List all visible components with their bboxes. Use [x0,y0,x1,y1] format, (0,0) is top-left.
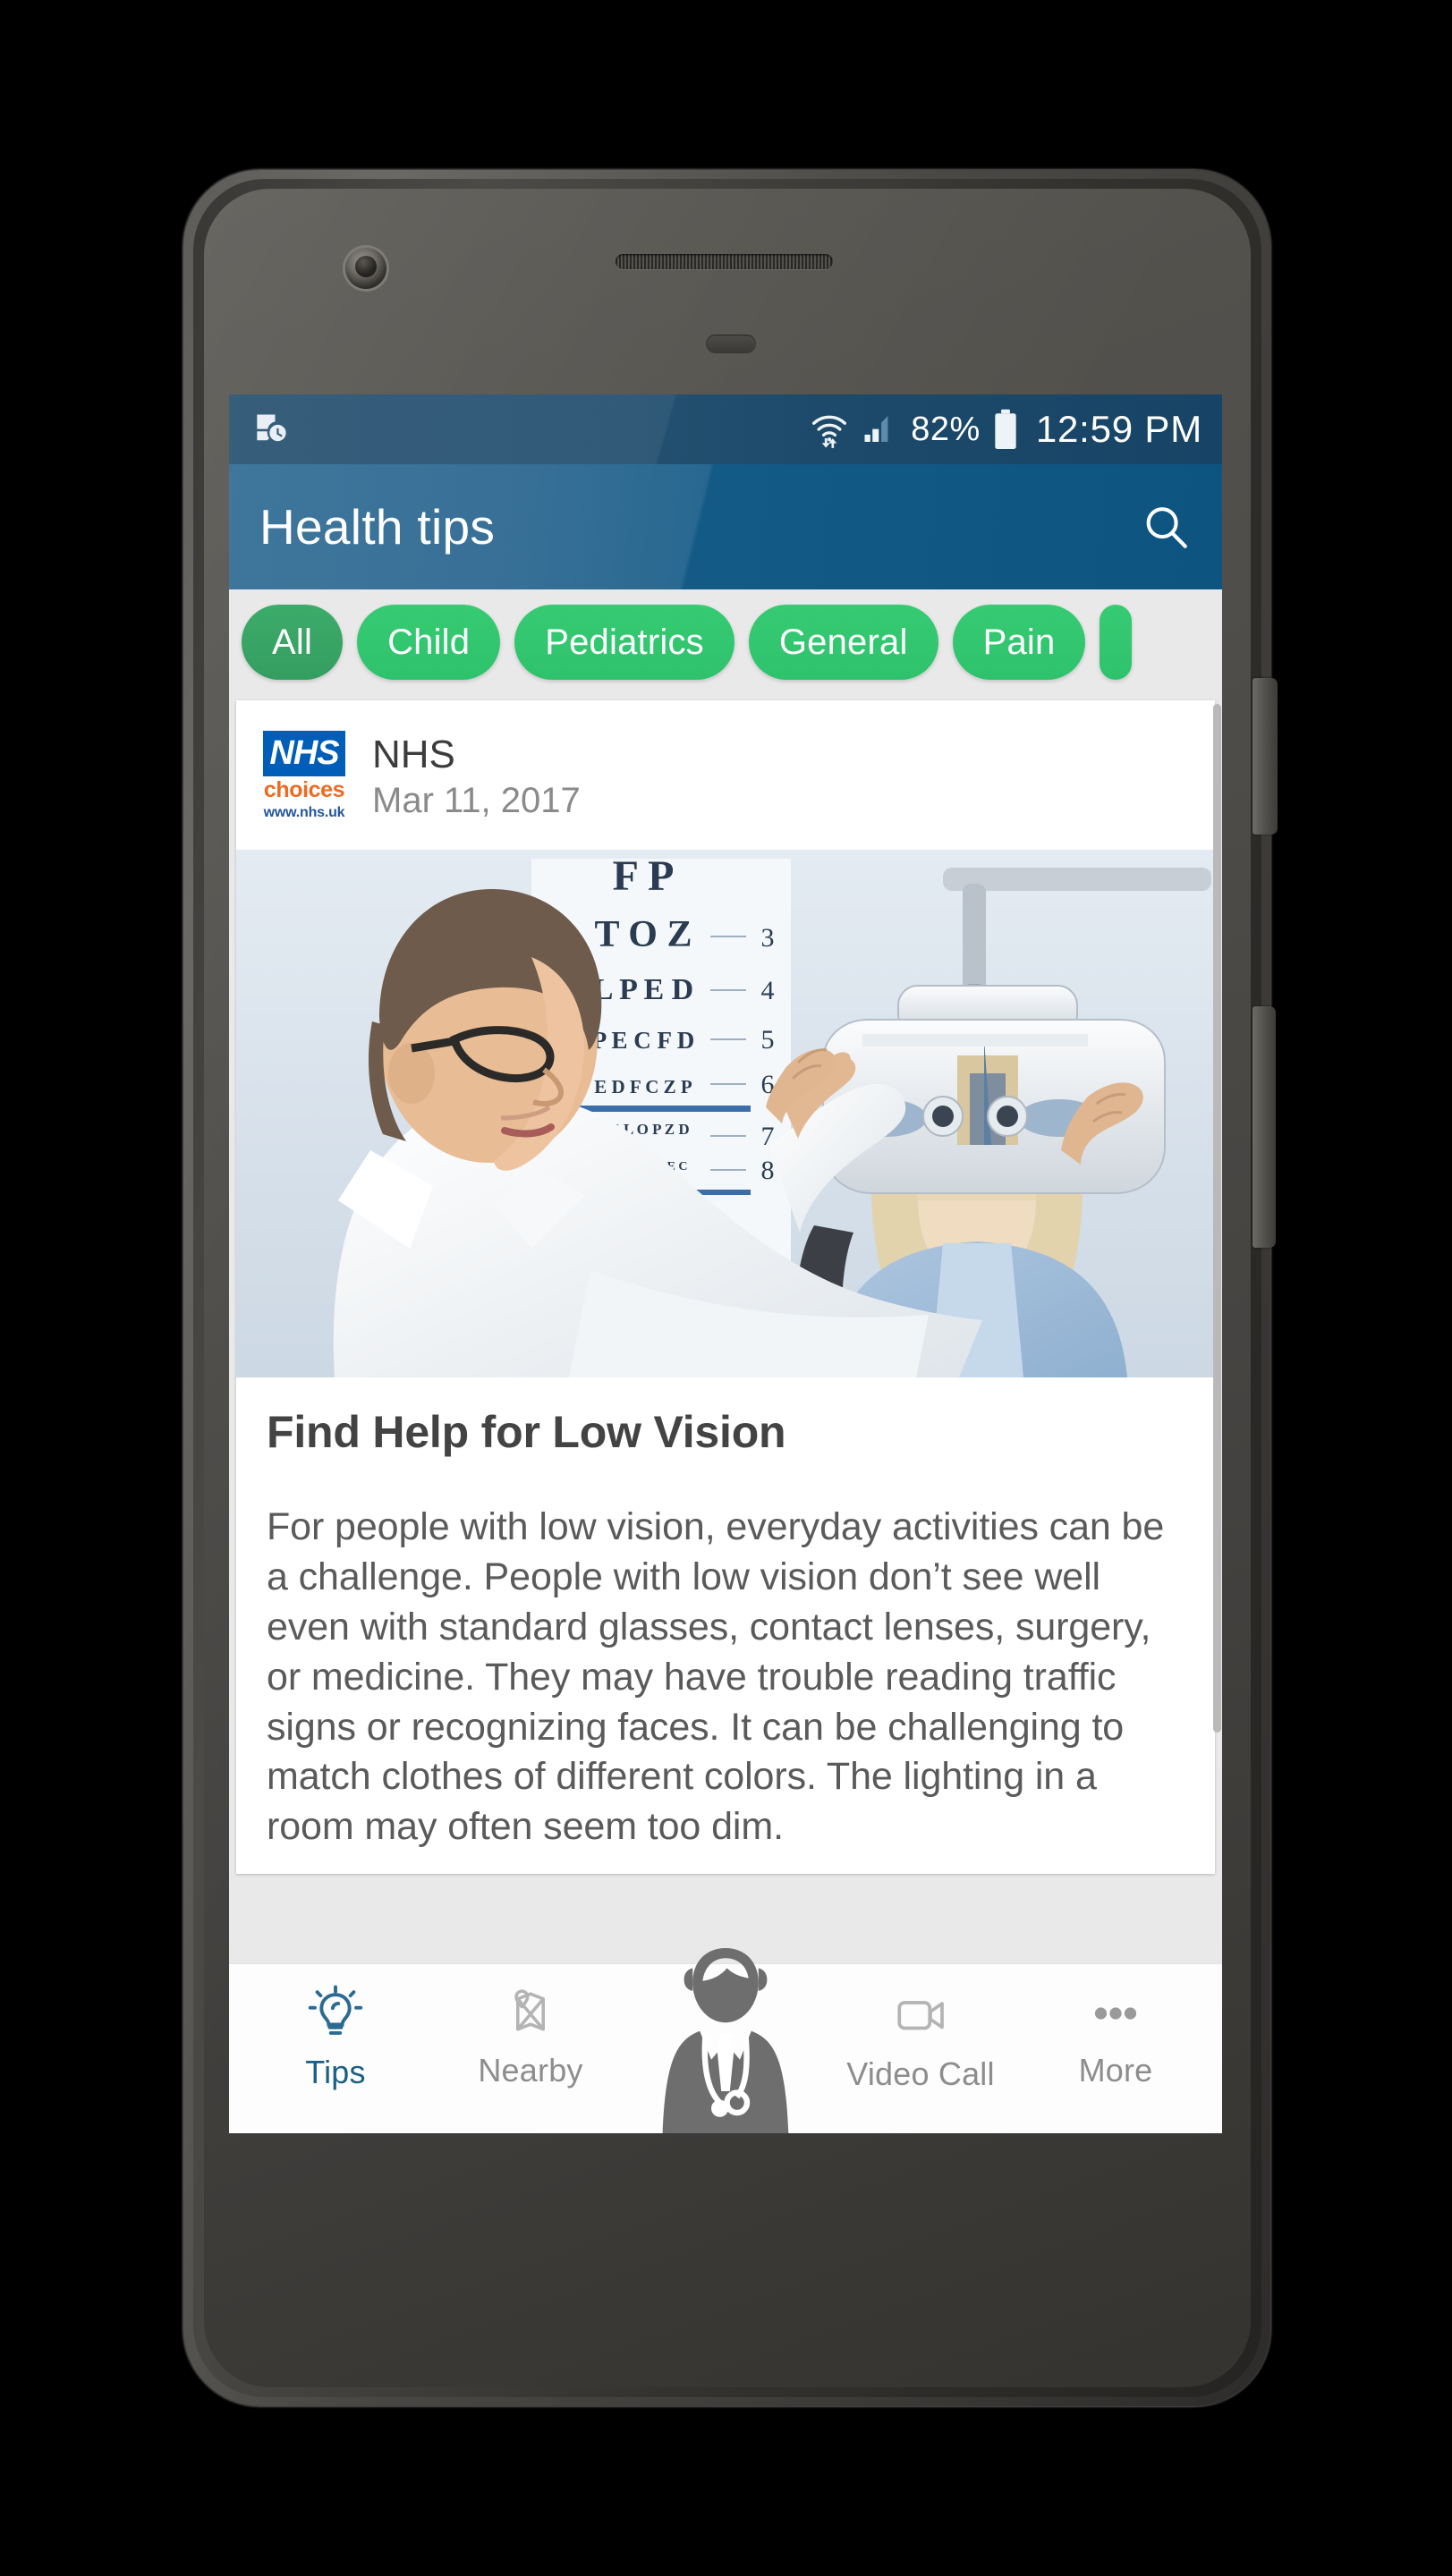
cellular-signal-icon [862,411,899,448]
nhs-logo-url: www.nhs.uk [263,805,345,820]
article-photo[interactable]: F P T O Z L P E D P E C F D E D F C Z P … [236,850,1215,1377]
nhs-logo: NHS choices www.nhs.uk [263,731,345,823]
article-card-body: Find Help for Low Vision For people with… [236,1377,1215,1874]
nav-item-more[interactable]: More [1018,1964,1213,2089]
clock-label: 12:59 PM [1035,408,1202,450]
status-bar: 82% 12:59 PM [229,394,1222,464]
feed-scrollbar[interactable] [1213,704,1221,1733]
app-bar-actions [1140,501,1192,553]
nav-label: Tips [305,2054,366,2090]
app-bar: Health tips [229,464,1222,589]
wifi-transfer-icon [809,409,850,450]
video-camera-icon [889,1984,952,2046]
svg-text:4: 4 [761,976,775,1005]
chip-label: General [778,622,908,662]
page-title: Health tips [259,499,496,555]
chip-label: Pediatrics [545,622,704,662]
nhs-logo-sub: choices [263,777,345,802]
chip-child[interactable]: Child [357,605,501,680]
phone-screen: 82% 12:59 PM Health tips All Child Pedia… [229,394,1222,2133]
device-clock-icon [250,410,290,449]
article-body-text: For people with low vision, everyday act… [267,1505,1165,1849]
status-bar-left [250,410,290,449]
nav-label: Nearby [478,2052,583,2089]
chip-label: All [272,622,313,662]
front-camera-icon [345,248,386,289]
article-source-block: NHS Mar 11, 2017 [372,733,581,821]
article-source-name: NHS [372,733,455,776]
volume-button[interactable] [1252,1006,1276,1248]
svg-text:F P: F P [613,852,675,900]
nhs-logo-mark: NHS [263,731,345,776]
svg-text:E D F C Z P: E D F C Z P [594,1076,692,1097]
chip-pain[interactable]: Pain [952,605,1086,680]
chip-pediatrics[interactable]: Pediatrics [514,605,734,680]
chip-label: Pain [982,622,1056,662]
chip-overflow[interactable] [1100,605,1133,680]
lightbulb-icon [305,1984,366,2045]
search-icon[interactable] [1140,501,1192,553]
proximity-sensor [706,335,756,353]
nav-label: More [1078,2052,1153,2089]
svg-text:P E C F D: P E C F D [592,1027,695,1054]
status-bar-right: 82% 12:59 PM [809,408,1202,451]
article-card-header: NHS choices www.nhs.uk NHS Mar 11, 2017 [236,700,1215,850]
svg-text:T O Z: T O Z [595,914,692,955]
more-dots-icon [1086,1984,1145,2043]
svg-text:5: 5 [761,1025,775,1055]
bottom-navigation-bar[interactable]: Tips Nearby Video Call More [229,1948,1222,2133]
svg-text:L P E D: L P E D [593,973,693,1006]
svg-text:8: 8 [761,1156,775,1185]
nav-label: Video Call [846,2055,995,2092]
earpiece-speaker [616,254,833,269]
category-chip-list: All Child Pediatrics General Pain [229,589,1222,695]
category-filter-bar[interactable]: All Child Pediatrics General Pain [229,589,1222,695]
power-button[interactable] [1252,678,1278,835]
battery-percent-label: 82% [911,410,981,448]
screenshot-stage: 82% 12:59 PM Health tips All Child Pedia… [0,0,1452,2576]
nav-item-video-call[interactable]: Video Call [823,1964,1018,2093]
nav-item-tips[interactable]: Tips [238,1964,433,2091]
nav-item-nearby[interactable]: Nearby [433,1964,628,2089]
article-card[interactable]: NHS choices www.nhs.uk NHS Mar 11, 2017 [236,700,1215,1875]
chip-label: Child [387,622,471,662]
chip-general[interactable]: General [748,605,938,680]
article-photo-illustration: F P T O Z L P E D P E C F D E D F C Z P … [236,850,1215,1377]
nav-item-doctor[interactable] [628,1948,823,2133]
svg-text:3: 3 [761,923,775,953]
chip-all[interactable]: All [242,605,344,680]
article-date: Mar 11, 2017 [372,781,581,820]
doctor-avatar-icon[interactable] [654,1934,797,2133]
battery-icon [992,409,1019,450]
map-icon [501,1984,560,2043]
article-title: Find Help for Low Vision [267,1407,786,1457]
tips-feed[interactable]: NHS choices www.nhs.uk NHS Mar 11, 2017 [229,695,1222,2133]
